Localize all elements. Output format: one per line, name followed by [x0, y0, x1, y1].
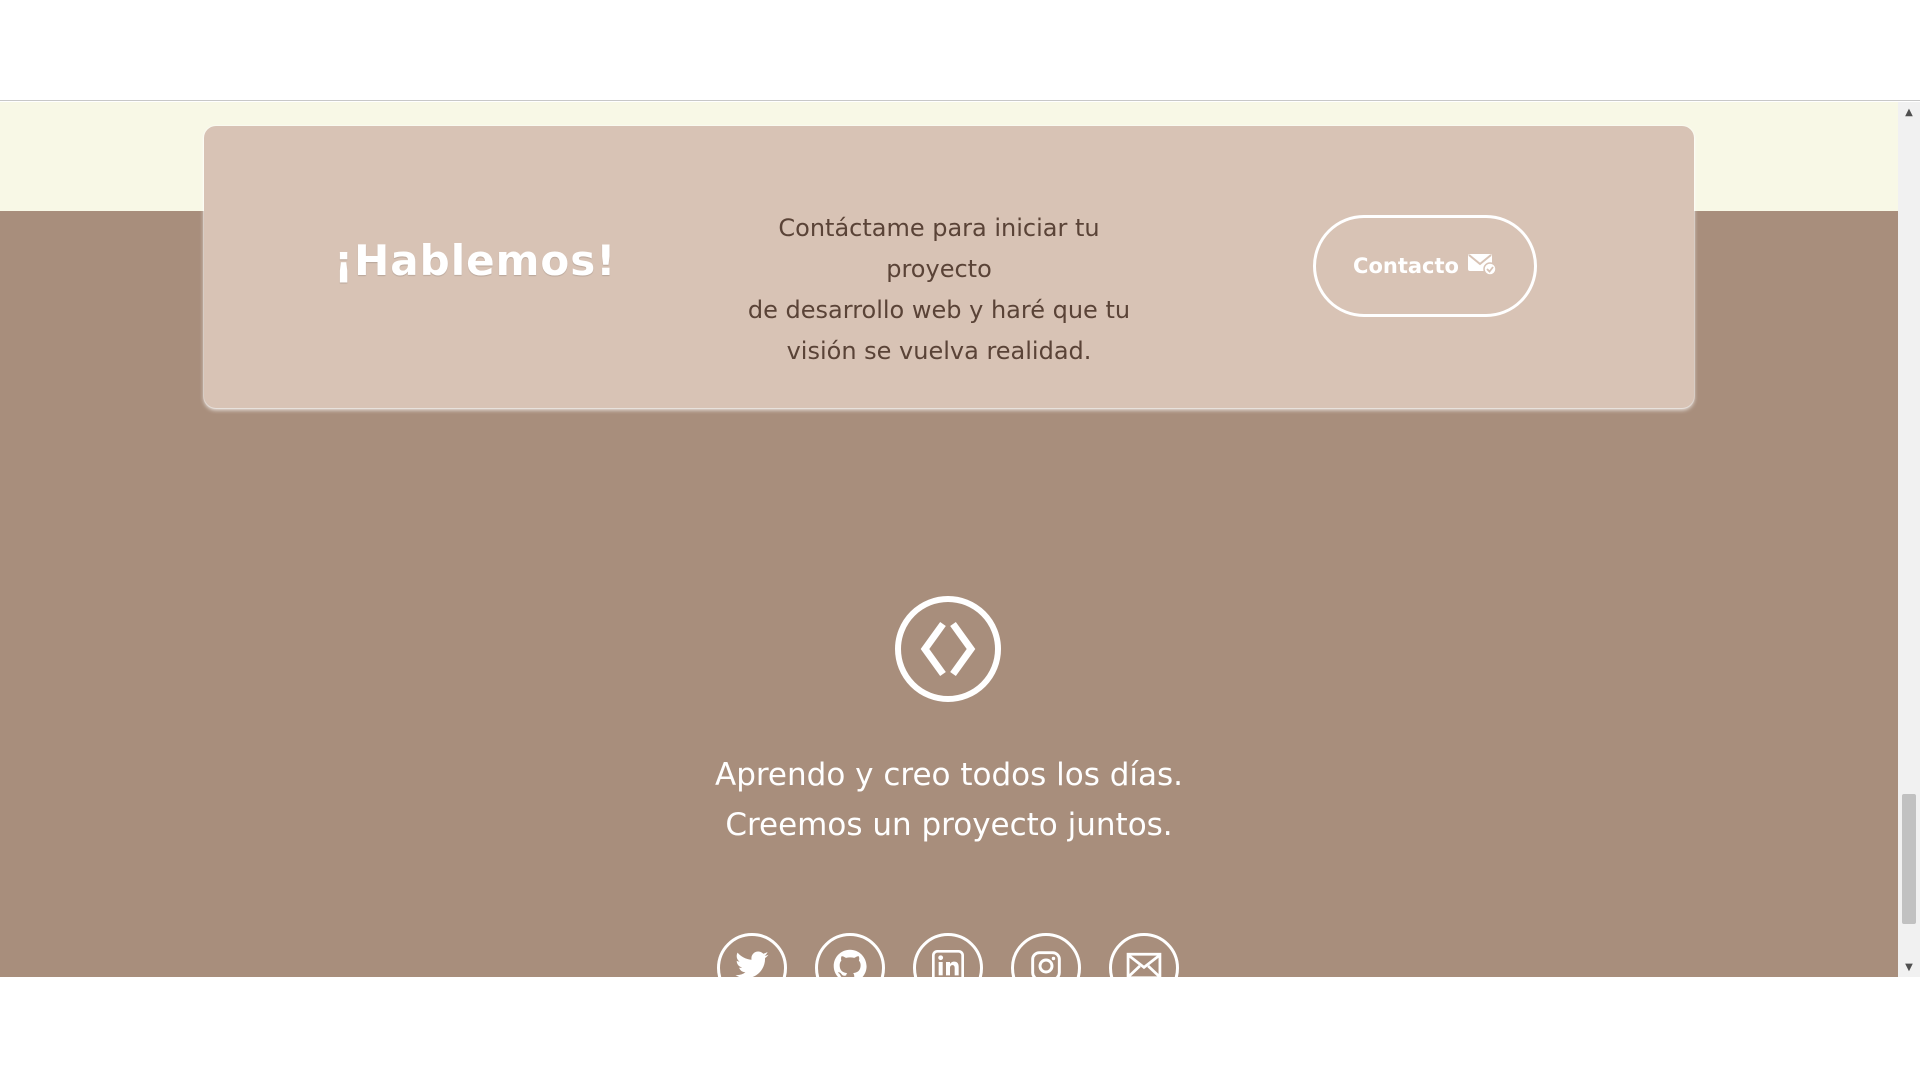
code-brackets-icon: [895, 596, 1001, 702]
footer-tagline: Aprendo y creo todos los días. Creemos u…: [600, 750, 1298, 850]
cta-title: ¡Hablemos!: [334, 236, 617, 285]
contact-cta-card: ¡Hablemos! Contáctame para iniciar tu pr…: [204, 126, 1694, 408]
bottom-blank-area: [0, 977, 1920, 1080]
instagram-icon: [1030, 950, 1062, 977]
twitter-icon: [734, 951, 770, 977]
top-blank-area: [0, 0, 1920, 101]
github-link[interactable]: [815, 933, 885, 977]
scroll-down-arrow-icon[interactable]: ▼: [1898, 957, 1920, 977]
contact-button-label: Contacto: [1353, 254, 1459, 278]
cta-description-line: de desarrollo web y haré que tu: [747, 296, 1131, 324]
contact-button[interactable]: Contacto: [1313, 215, 1537, 317]
mail-icon: [1467, 252, 1497, 281]
cta-description-line: Contáctame para iniciar tu proyecto: [778, 214, 1100, 283]
page-viewport: ¡Hablemos! Contáctame para iniciar tu pr…: [0, 102, 1898, 977]
cta-description-line: visión se vuelva realidad.: [786, 337, 1092, 365]
tagline-line: Aprendo y creo todos los días.: [714, 757, 1183, 793]
github-icon: [833, 949, 867, 977]
scroll-up-arrow-icon[interactable]: ▲: [1898, 102, 1920, 122]
twitter-link[interactable]: [717, 933, 787, 977]
email-link[interactable]: [1109, 933, 1179, 977]
instagram-link[interactable]: [1011, 933, 1081, 977]
email-icon: [1126, 952, 1162, 977]
scrollbar-thumb[interactable]: [1902, 794, 1916, 924]
linkedin-link[interactable]: [913, 933, 983, 977]
vertical-scrollbar[interactable]: ▲ ▼: [1898, 102, 1920, 977]
linkedin-icon: [932, 950, 964, 977]
tagline-line: Creemos un proyecto juntos.: [725, 807, 1173, 843]
cta-description: Contáctame para iniciar tu proyecto de d…: [724, 208, 1154, 372]
